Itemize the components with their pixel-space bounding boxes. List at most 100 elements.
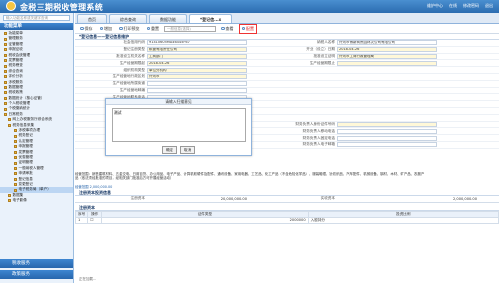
field-label: 生产经营地行政区划 bbox=[112, 74, 145, 79]
folder-icon bbox=[14, 129, 17, 133]
comment-textarea[interactable]: 测试 bbox=[112, 108, 246, 142]
status-text: 正在加载... bbox=[79, 277, 97, 281]
cancel-button[interactable]: 取消 bbox=[180, 146, 196, 154]
field-label: 财务负责人移动电话 bbox=[302, 128, 335, 133]
folder-icon bbox=[8, 123, 11, 127]
sidebar-item-label: 电子税务局（单户） bbox=[18, 187, 51, 192]
capital-section: 注册资本投资信息 注册资本 20,000,000.00 实收资本 2,000,0… bbox=[74, 190, 499, 224]
form-row: 生产经营地行政区划 许河市 bbox=[75, 74, 499, 81]
field-label: 财务负责人固定电话 bbox=[302, 135, 335, 140]
field-label: 生产经营地所属街道 bbox=[112, 81, 145, 86]
tab-query[interactable]: 综合查询 bbox=[109, 14, 147, 23]
print-preview-button[interactable]: 打印预览 bbox=[117, 25, 142, 33]
field-input[interactable]: 2018-04-26 bbox=[147, 60, 247, 66]
config-label: 配置 bbox=[246, 25, 254, 31]
folder-icon bbox=[14, 166, 17, 170]
reset-button[interactable]: 重置 bbox=[145, 25, 162, 33]
top-bar: 金税三期税收管理系统 维护中心 在线 修改密码 退出 bbox=[0, 0, 499, 13]
save-button[interactable]: 保存 bbox=[78, 25, 95, 33]
header-link[interactable]: 在线 bbox=[449, 3, 457, 9]
tab-home[interactable]: 首页 bbox=[77, 14, 107, 23]
field-input[interactable]: 工商部门 bbox=[147, 53, 247, 59]
folder-icon bbox=[14, 161, 17, 165]
view-icon bbox=[221, 26, 225, 31]
folder-icon bbox=[14, 156, 17, 160]
folder-icon bbox=[4, 53, 7, 57]
field-label: 财务负责人身份证件号码 bbox=[295, 121, 335, 126]
business-scope-link[interactable]: 经营范围 2,000,000.00 bbox=[75, 184, 112, 189]
field-input[interactable] bbox=[337, 135, 437, 141]
field-label: 纳税人名称 bbox=[317, 40, 335, 45]
folder-icon bbox=[14, 183, 17, 187]
field-input[interactable] bbox=[147, 81, 247, 87]
folder-icon bbox=[4, 96, 7, 100]
folder-icon bbox=[14, 188, 17, 192]
sidebar-search-input[interactable]: 输入功能名称或关键字查询 bbox=[3, 15, 70, 21]
folder-icon bbox=[4, 91, 7, 95]
folder-icon bbox=[4, 64, 7, 68]
field-label: 生产经营地邮编 bbox=[119, 87, 145, 92]
field-label: 社会信用代码 bbox=[123, 40, 145, 45]
folder-icon bbox=[14, 150, 17, 154]
row-checkbox[interactable]: ☐ bbox=[87, 216, 103, 224]
field-input[interactable] bbox=[337, 60, 437, 66]
toolbar: 保存 增加 打印预览 重置 一般信息(选择) 查看 配置 bbox=[75, 23, 499, 34]
form-row: 批准设立机关名称 工商部门 批准设立证明 许河市工商行政管理局 bbox=[75, 53, 499, 61]
field-input[interactable]: 单位分机构 bbox=[147, 67, 247, 73]
field-input[interactable] bbox=[337, 142, 437, 148]
field-label: 生产经营期限止 bbox=[309, 60, 335, 65]
ok-button[interactable]: 确定 bbox=[161, 146, 177, 154]
field-input[interactable]: 2018-04-26 bbox=[337, 47, 437, 53]
field-input[interactable]: 私营有限责任公司 bbox=[147, 47, 247, 53]
folder-icon bbox=[4, 86, 7, 90]
folder-icon bbox=[8, 118, 11, 122]
capital-value: 20,000,000.00 bbox=[220, 196, 247, 201]
folder-icon bbox=[4, 48, 7, 52]
folder-icon bbox=[14, 140, 17, 143]
header-links: 维护中心 在线 修改密码 退出 bbox=[427, 3, 493, 9]
field-input[interactable]: 许河市博新商贸园林灾公司有限公司 bbox=[337, 40, 437, 46]
sidebar-header: 功能菜单 bbox=[0, 23, 73, 30]
field-input[interactable] bbox=[337, 128, 437, 134]
tab-registration[interactable]: *登记信...x bbox=[189, 14, 233, 23]
reset-icon bbox=[146, 26, 150, 31]
folder-icon bbox=[4, 102, 7, 106]
field-label: 财务负责人电子邮箱 bbox=[302, 142, 335, 147]
view-button[interactable]: 查看 bbox=[219, 25, 236, 33]
folder-icon bbox=[14, 177, 17, 181]
sidebar-footer-item[interactable]: 税收服务 bbox=[0, 259, 73, 268]
folder-icon bbox=[4, 37, 7, 41]
info-select[interactable]: 一般信息(选择) bbox=[164, 25, 216, 32]
logout-link[interactable]: 退出 bbox=[485, 3, 493, 9]
header-link[interactable]: 维护中心 bbox=[427, 3, 443, 9]
view-label: 查看 bbox=[225, 25, 234, 31]
field-input[interactable] bbox=[337, 121, 437, 127]
field-input[interactable]: 许河市工商行政管理局 bbox=[337, 53, 437, 59]
header-link[interactable]: 修改密码 bbox=[463, 3, 479, 9]
sidebar-item[interactable]: 电子影像 bbox=[0, 198, 73, 203]
field-input[interactable]: 91410605MA46445F67 bbox=[147, 40, 247, 46]
folder-icon bbox=[14, 172, 17, 176]
sidebar-footer-item[interactable]: 政策服务 bbox=[0, 270, 73, 279]
folder-icon bbox=[4, 32, 7, 36]
save-label: 保存 bbox=[84, 25, 93, 31]
field-input[interactable]: 许河市 bbox=[147, 74, 247, 80]
form-row: 生产经营地邮编 bbox=[75, 87, 499, 95]
add-button[interactable]: 增加 bbox=[98, 25, 115, 33]
tab-data[interactable]: 数据功能 bbox=[149, 14, 187, 23]
sidebar-item-label: 电子影像 bbox=[12, 198, 27, 203]
folder-icon bbox=[4, 42, 7, 46]
field-label: 批准设立机关名称 bbox=[116, 53, 145, 58]
sidebar: 输入功能名称或关键字查询 功能菜单 功能菜单 管理服务 征管管理 申报征收 税收会统管理… bbox=[0, 13, 74, 283]
pencil-icon bbox=[241, 26, 245, 31]
field-label: 开业（设立）日期 bbox=[306, 47, 335, 52]
field-label: 批准设立证明 bbox=[313, 53, 335, 58]
table-row[interactable]: 1 ☐ 2000000 入股持分 bbox=[74, 216, 499, 224]
save-icon bbox=[80, 26, 84, 31]
comment-dialog: 请输入扫描意见 测试 确定 取消 bbox=[105, 98, 252, 156]
field-input[interactable] bbox=[147, 87, 247, 93]
form-row: 生产经营期限起 2018-04-26 生产经营期限止 bbox=[75, 60, 499, 68]
config-button[interactable]: 配置 bbox=[238, 23, 257, 34]
field-label: 生产经营期限起 bbox=[119, 60, 145, 65]
folder-icon bbox=[4, 59, 7, 63]
